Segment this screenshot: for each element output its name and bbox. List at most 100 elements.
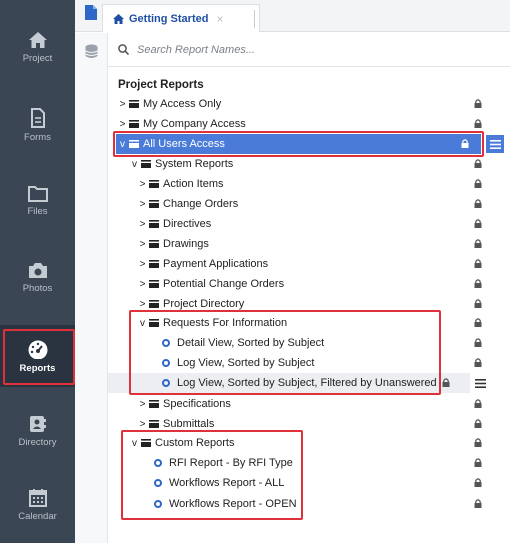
report-dot-icon [154, 459, 162, 467]
nav-forms[interactable]: Forms [0, 94, 75, 156]
nav-directory-label: Directory [18, 436, 57, 448]
tree-label: RFI Report - By RFI Type [169, 457, 293, 469]
chevron-right-icon[interactable]: > [138, 239, 147, 250]
lock-icon [474, 399, 482, 408]
lock-icon [474, 458, 482, 467]
row-menu-button[interactable] [486, 135, 504, 153]
nav-reports[interactable]: Reports [0, 325, 75, 387]
tree-row-requests-for-information[interactable]: v Requests For Information [108, 313, 488, 333]
lock-icon [474, 499, 482, 508]
tree-label: Submittals [163, 418, 215, 430]
chevron-right-icon[interactable]: > [138, 179, 147, 190]
database-icon[interactable] [85, 44, 98, 59]
tab-close-button[interactable]: × [216, 12, 223, 26]
tree-row-system-reports[interactable]: v System Reports [108, 154, 488, 174]
folder-icon [129, 100, 139, 108]
tree-label: My Access Only [143, 98, 222, 110]
contact-card-icon [29, 415, 46, 432]
lock-icon [474, 478, 482, 487]
chevron-right-icon[interactable]: > [138, 299, 147, 310]
search-bar [108, 33, 510, 67]
tree-row-workflows-open[interactable]: Workflows Report - OPEN [108, 494, 488, 514]
hamburger-menu-icon [474, 378, 486, 388]
lock-icon [474, 358, 482, 367]
tree-label: Requests For Information [163, 317, 288, 329]
tree-label: Potential Change Orders [163, 278, 285, 290]
lock-icon [474, 279, 482, 288]
report-dot-icon [154, 479, 162, 487]
lock-icon [474, 219, 482, 228]
tree-row-rfi-detail-view[interactable]: Detail View, Sorted by Subject [108, 333, 488, 353]
tree-label: Change Orders [163, 198, 239, 210]
chevron-down-icon[interactable]: v [138, 318, 147, 329]
tree-row-workflows-all[interactable]: Workflows Report - ALL [108, 473, 488, 493]
tree-row-project-directory[interactable]: > Project Directory [108, 294, 488, 314]
folder-icon [141, 160, 151, 168]
chevron-down-icon[interactable]: v [118, 139, 127, 150]
nav-photos[interactable]: Photos [0, 247, 75, 309]
tree-label: Custom Reports [155, 437, 235, 449]
chevron-right-icon[interactable]: > [138, 419, 147, 430]
tree-row-specifications[interactable]: > Specifications [108, 394, 488, 414]
tree-row-potential-change-orders[interactable]: > Potential Change Orders [108, 274, 488, 294]
chevron-right-icon[interactable]: > [118, 119, 127, 130]
report-dot-icon [162, 359, 170, 367]
tree-label: Workflows Report - OPEN [169, 498, 297, 510]
new-document-icon[interactable] [85, 5, 97, 20]
tree-row-custom-rfi-report[interactable]: RFI Report - By RFI Type [108, 453, 488, 473]
folder-icon [149, 420, 159, 428]
nav-project[interactable]: Project [0, 16, 75, 78]
tree-row-drawings[interactable]: > Drawings [108, 234, 488, 254]
report-side-strip [75, 33, 108, 543]
tree-row-rfi-log-unanswered[interactable]: Log View, Sorted by Subject, Filtered by… [108, 373, 470, 393]
tree-row-directives[interactable]: > Directives [108, 214, 488, 234]
chevron-right-icon[interactable]: > [118, 99, 127, 110]
lock-icon [442, 378, 450, 387]
chevron-down-icon[interactable]: v [130, 159, 139, 170]
tree-label: System Reports [155, 158, 234, 170]
tree-row-my-access[interactable]: > My Access Only [108, 94, 488, 114]
nav-calendar[interactable]: Calendar [0, 474, 75, 536]
folder-icon [27, 186, 48, 202]
hamburger-menu-icon [489, 139, 501, 149]
lock-icon [474, 318, 482, 327]
folder-icon [149, 220, 159, 228]
tree-row-custom-reports[interactable]: v Custom Reports [108, 433, 488, 453]
chevron-right-icon[interactable]: > [138, 259, 147, 270]
folder-icon [149, 400, 159, 408]
chevron-down-icon[interactable]: v [130, 438, 139, 449]
tree-label: Action Items [163, 178, 224, 190]
tab-getting-started[interactable]: Getting Started × [102, 4, 260, 32]
home-icon [28, 31, 47, 48]
report-dot-icon [162, 379, 170, 387]
chevron-right-icon[interactable]: > [138, 199, 147, 210]
folder-icon [129, 140, 139, 148]
tree-label: Workflows Report - ALL [169, 477, 285, 489]
nav-directory[interactable]: Directory [0, 400, 75, 462]
tree-label: Drawings [163, 238, 209, 250]
lock-icon [474, 239, 482, 248]
nav-forms-label: Forms [24, 131, 51, 143]
tree-row-action-items[interactable]: > Action Items [108, 174, 488, 194]
tab-separator [254, 10, 255, 28]
tree-row-rfi-log-view[interactable]: Log View, Sorted by Subject [108, 353, 488, 373]
tree-label: Project Directory [163, 298, 245, 310]
tree-row-company-access[interactable]: > My Company Access [108, 114, 488, 134]
tree-row-payment-applications[interactable]: > Payment Applications [108, 254, 488, 274]
search-input[interactable] [137, 43, 437, 56]
row-menu-button[interactable] [471, 374, 489, 392]
tree-row-submittals[interactable]: > Submittals [108, 414, 488, 434]
tree-row-all-users-access[interactable]: v All Users Access [116, 134, 481, 154]
nav-files[interactable]: Files [0, 170, 75, 232]
nav-photos-label: Photos [22, 283, 53, 294]
chevron-right-icon[interactable]: > [138, 219, 147, 230]
chevron-right-icon[interactable]: > [138, 399, 147, 410]
tree-label: My Company Access [143, 118, 246, 130]
tree-row-change-orders[interactable]: > Change Orders [108, 194, 488, 214]
nav-reports-label: Reports [19, 362, 56, 374]
report-dot-icon [154, 500, 162, 508]
folder-icon [149, 200, 159, 208]
calendar-icon [28, 489, 47, 507]
chevron-right-icon[interactable]: > [138, 279, 147, 290]
lock-icon [474, 338, 482, 347]
